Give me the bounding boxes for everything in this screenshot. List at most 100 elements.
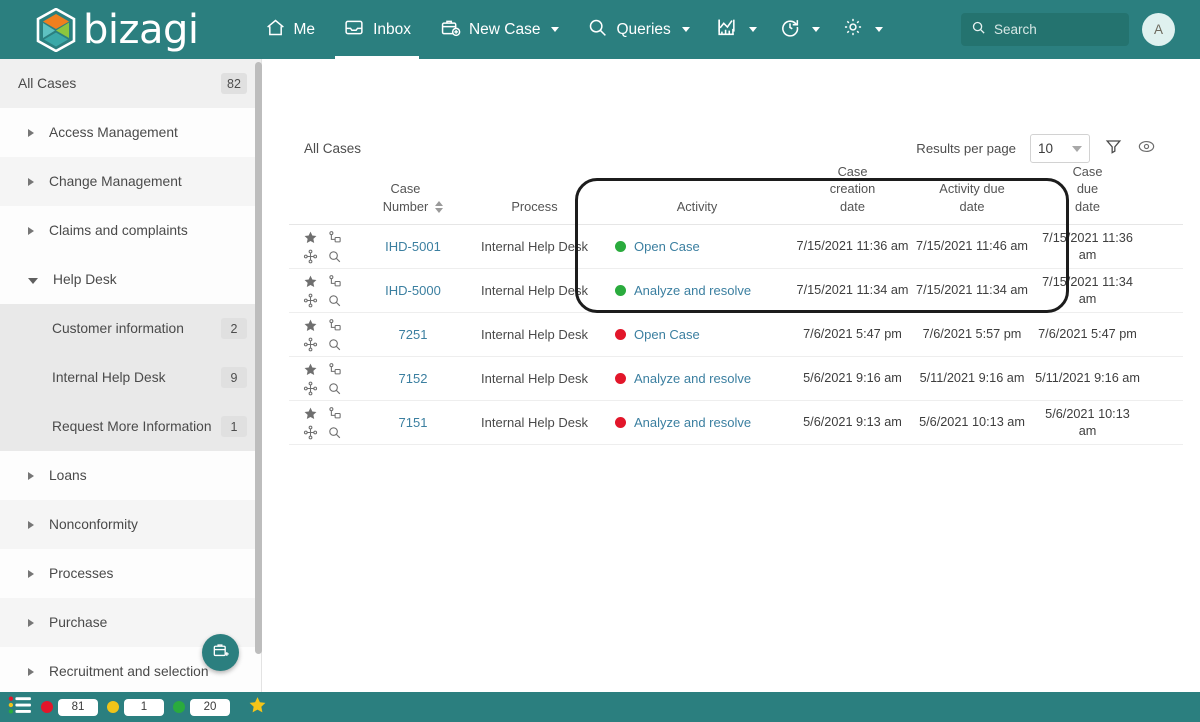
org-chart-icon[interactable] — [322, 228, 346, 247]
sidebar-item-customer-information[interactable]: Customer information 2 — [0, 304, 261, 353]
cell-activity-due-date: 7/15/2021 11:46 am — [916, 239, 1028, 254]
process-diagram-icon[interactable] — [298, 247, 322, 266]
chevron-right-icon — [28, 128, 34, 137]
column-header-actions — [289, 215, 355, 224]
nav-item-stopwatch[interactable] — [768, 0, 831, 59]
table-row[interactable]: IHD-5000 Internal Help Desk Analyze and re… — [289, 269, 1183, 313]
nav-item-settings[interactable] — [831, 0, 894, 59]
cell-case-creation-date: 5/6/2021 9:16 am — [803, 371, 902, 386]
chevron-right-icon — [28, 667, 34, 676]
eye-icon[interactable] — [1137, 137, 1156, 161]
sidebar-item-claims-and-complaints[interactable]: Claims and complaints — [0, 206, 261, 255]
cell-activity-label[interactable]: Open Case — [634, 239, 700, 254]
column-header-activity[interactable]: Activity — [598, 198, 796, 224]
avatar[interactable]: A — [1142, 13, 1175, 46]
status-counter-overdue[interactable]: 81 — [41, 698, 98, 716]
status-dot — [615, 285, 626, 296]
sidebar-item-help-desk[interactable]: Help Desk — [0, 255, 261, 304]
magnifier-icon[interactable] — [322, 379, 346, 398]
cell-case-number[interactable]: IHD-5001 — [355, 239, 471, 254]
bizagi-logo[interactable]: bizagi — [36, 6, 199, 53]
analytics-icon — [715, 16, 738, 43]
sort-icon[interactable] — [435, 201, 444, 215]
stopwatch-icon — [779, 16, 801, 43]
search-input[interactable] — [994, 22, 1119, 37]
nav-item-me[interactable]: Me — [251, 0, 330, 59]
status-dot-green — [173, 701, 185, 713]
org-chart-icon[interactable] — [322, 404, 346, 423]
status-counter-at-risk[interactable]: 1 — [107, 698, 164, 716]
cell-activity-label[interactable]: Analyze and resolve — [634, 415, 751, 430]
status-dot-red — [41, 701, 53, 713]
cell-case-number[interactable]: 7251 — [355, 327, 471, 342]
cell-activity-label[interactable]: Analyze and resolve — [634, 283, 751, 298]
sidebar-item-nonconformity[interactable]: Nonconformity — [0, 500, 261, 549]
table-row[interactable]: 7152 Internal Help Desk Analyze and resolv… — [289, 357, 1183, 401]
global-search[interactable] — [961, 13, 1129, 46]
sidebar-item-request-more-information[interactable]: Request More Information 1 — [0, 402, 261, 451]
table-row[interactable]: 7251 Internal Help Desk Open Case 7/6/2021 … — [289, 313, 1183, 357]
star-icon[interactable] — [298, 316, 322, 335]
magnifier-icon[interactable] — [322, 423, 346, 442]
sidebar-item-all-cases[interactable]: All Cases 82 — [0, 59, 261, 108]
table-row[interactable]: IHD-5001 Internal Help Desk Open Case 7/15/… — [289, 225, 1183, 269]
cell-activity: Open Case — [598, 239, 796, 254]
cell-case-number[interactable]: 7152 — [355, 371, 471, 386]
cell-case-number[interactable]: 7151 — [355, 415, 471, 430]
process-diagram-icon[interactable] — [298, 379, 322, 398]
org-chart-icon[interactable] — [322, 360, 346, 379]
column-header-case-creation-date[interactable]: Case creation date — [796, 163, 909, 224]
chevron-down-icon — [874, 27, 883, 32]
status-counter-on-time[interactable]: 20 — [173, 698, 230, 716]
main-content: All Cases Results per page 10 Case Numbe… — [263, 59, 1200, 722]
magnifier-icon[interactable] — [322, 247, 346, 266]
sidebar-scrollbar-thumb[interactable] — [255, 62, 262, 654]
sidebar-label: Loans — [49, 468, 87, 483]
sidebar-item-processes[interactable]: Processes — [0, 549, 261, 598]
process-diagram-icon[interactable] — [298, 335, 322, 354]
status-dot — [615, 373, 626, 384]
star-icon[interactable] — [298, 360, 322, 379]
results-per-page-select[interactable]: 10 — [1030, 134, 1090, 163]
new-case-fab-button[interactable] — [202, 634, 239, 671]
star-icon[interactable] — [298, 228, 322, 247]
cell-activity-label[interactable]: Open Case — [634, 327, 700, 342]
cell-activity-label[interactable]: Analyze and resolve — [634, 371, 751, 386]
status-count-green: 20 — [190, 698, 230, 716]
list-status-icon[interactable] — [8, 695, 32, 720]
funnel-icon[interactable] — [1104, 137, 1123, 161]
process-diagram-icon[interactable] — [298, 291, 322, 310]
star-icon[interactable] — [247, 695, 268, 720]
sidebar-item-access-management[interactable]: Access Management — [0, 108, 261, 157]
org-chart-icon[interactable] — [322, 272, 346, 291]
cell-case-due-date: 7/15/2021 11:36 am — [1042, 231, 1133, 262]
nav-item-new-case[interactable]: New Case — [425, 0, 574, 59]
sidebar-item-change-management[interactable]: Change Management — [0, 157, 261, 206]
magnifier-icon[interactable] — [322, 291, 346, 310]
nav-item-inbox[interactable]: Inbox — [329, 0, 425, 59]
process-diagram-icon[interactable] — [298, 423, 322, 442]
star-icon[interactable] — [298, 404, 322, 423]
sidebar-label: Claims and complaints — [49, 223, 188, 238]
brand-name: bizagi — [83, 6, 199, 53]
org-chart-icon[interactable] — [322, 316, 346, 335]
status-count-yellow: 1 — [124, 698, 164, 716]
magnifier-icon[interactable] — [322, 335, 346, 354]
chevron-right-icon — [28, 520, 34, 529]
cell-case-number[interactable]: IHD-5000 — [355, 283, 471, 298]
star-icon[interactable] — [298, 272, 322, 291]
column-header-process[interactable]: Process — [471, 198, 598, 224]
column-header-case-number-line1: Case — [390, 181, 421, 197]
column-header-case-due-date[interactable]: Case due date — [1035, 163, 1140, 224]
creation-line3: date — [840, 198, 865, 214]
nav-item-analytics[interactable] — [704, 0, 768, 59]
results-per-page-label: Results per page — [916, 141, 1016, 156]
nav-item-queries[interactable]: Queries — [573, 0, 703, 59]
cell-process: Internal Help Desk — [481, 283, 588, 298]
cell-case-creation-date: 5/6/2021 9:13 am — [803, 415, 902, 430]
sidebar-item-internal-help-desk[interactable]: Internal Help Desk 9 — [0, 353, 261, 402]
column-header-activity-due-date[interactable]: Activity due date — [909, 180, 1035, 224]
sidebar-item-loans[interactable]: Loans — [0, 451, 261, 500]
column-header-case-number[interactable]: Case Number — [355, 180, 471, 224]
table-row[interactable]: 7151 Internal Help Desk Analyze and resolv… — [289, 401, 1183, 445]
